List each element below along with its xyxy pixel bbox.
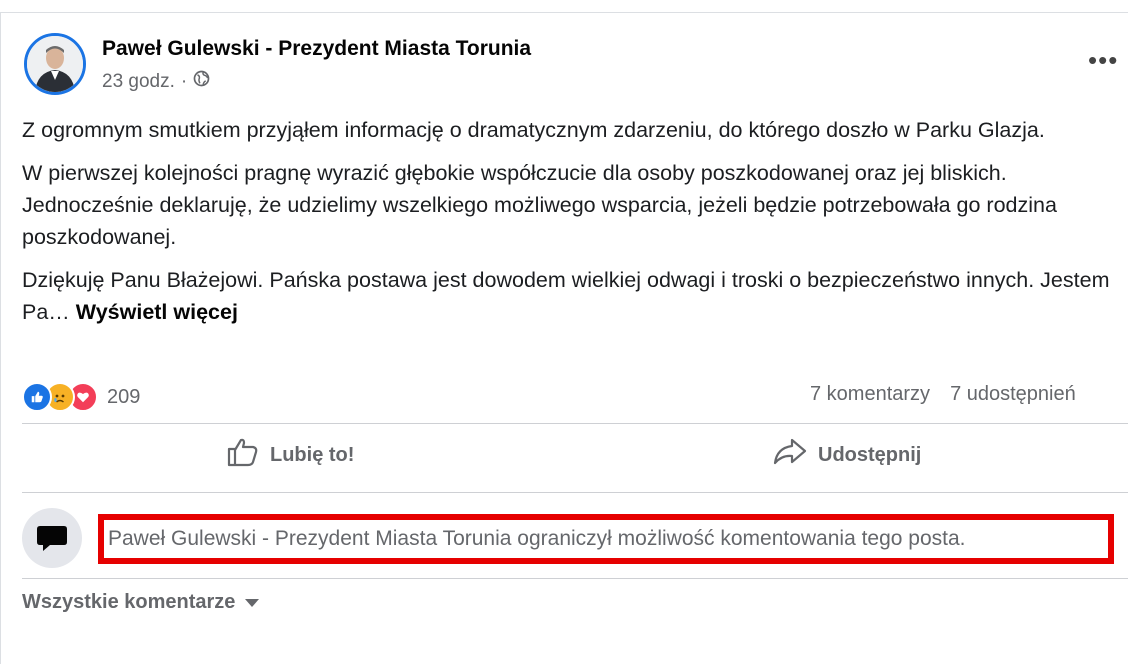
comment-bubble-icon xyxy=(22,508,82,568)
post-author-name[interactable]: Paweł Gulewski - Prezydent Miasta Toruni… xyxy=(102,37,531,61)
post-paragraph: W pierwszej kolejności pragnę wyrazić gł… xyxy=(22,161,1057,249)
like-button[interactable]: Lubię to! xyxy=(226,436,354,474)
thumbs-up-icon xyxy=(226,436,260,474)
globe-icon[interactable] xyxy=(193,70,210,93)
post-meta: 23 godz. · xyxy=(102,70,210,93)
like-button-label: Lubię to! xyxy=(270,443,355,466)
post-timestamp[interactable]: 23 godz. xyxy=(102,71,175,93)
share-button-label: Udostępnij xyxy=(818,443,922,466)
restriction-notice-text: Paweł Gulewski - Prezydent Miasta Toruni… xyxy=(108,527,966,550)
share-arrow-icon xyxy=(772,436,808,474)
comments-filter-label: Wszystkie komentarze xyxy=(22,591,236,613)
divider xyxy=(22,423,1128,424)
comment-restriction-notice: Paweł Gulewski - Prezydent Miasta Toruni… xyxy=(98,514,1114,564)
comments-filter-dropdown[interactable]: Wszystkie komentarze xyxy=(22,591,260,614)
post-paragraph: Z ogromnym smutkiem przyjąłem informację… xyxy=(22,118,1045,142)
author-avatar[interactable] xyxy=(24,33,86,95)
caret-down-icon xyxy=(245,598,260,607)
post-paragraph: Dziękuję Panu Błażejowi. Pańska postawa … xyxy=(22,264,1122,328)
more-options-icon[interactable]: ••• xyxy=(1088,47,1118,73)
comments-count-link[interactable]: 7 komentarzy xyxy=(810,383,930,406)
post-body: Z ogromnym smutkiem przyjąłem informację… xyxy=(22,114,1122,339)
meta-separator: · xyxy=(180,70,188,92)
divider xyxy=(22,578,1128,579)
like-reaction-icon xyxy=(22,382,52,412)
reactions-summary[interactable]: 209 xyxy=(22,382,140,412)
shares-count-link[interactable]: 7 udostępnień xyxy=(950,383,1076,406)
see-more-link[interactable]: Wyświetl więcej xyxy=(76,300,238,324)
reaction-count: 209 xyxy=(107,385,141,408)
share-button[interactable]: Udostępnij xyxy=(772,436,921,474)
author-photo xyxy=(27,36,83,92)
engagement-stats: 7 komentarzy 7 udostępnień xyxy=(810,383,1128,406)
divider xyxy=(22,492,1128,493)
